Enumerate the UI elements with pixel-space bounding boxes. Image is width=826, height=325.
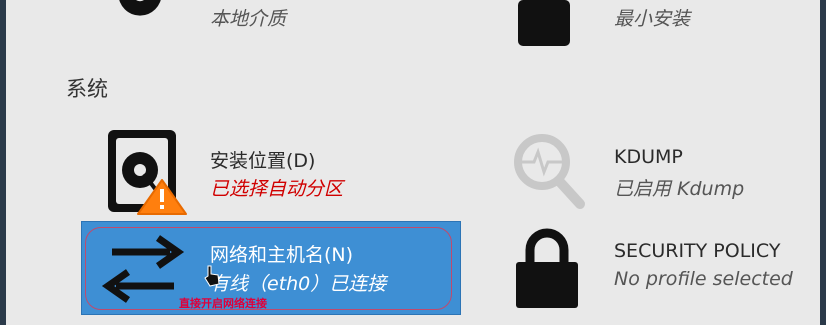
spoke-installation-source[interactable]: 本地介质 — [100, 0, 430, 48]
kdump-title: KDUMP — [614, 146, 683, 168]
software-selection-status: 最小安装 — [614, 8, 691, 30]
section-title-system: 系统 — [66, 77, 108, 101]
hard-disk-warning-icon — [108, 130, 187, 215]
kdump-status: 已启用 Kdump — [614, 178, 745, 200]
spoke-kdump[interactable]: KDUMP 已启用 Kdump — [510, 126, 800, 218]
spoke-installation-destination[interactable]: 安装位置(D) 已选择自动分区 — [100, 126, 430, 218]
window-edge-left — [0, 0, 6, 325]
annotation-note: 直接开启网络连接 — [179, 297, 267, 310]
lock-icon — [516, 228, 578, 308]
security-policy-status: No profile selected — [614, 268, 793, 290]
security-policy-title: SECURITY POLICY — [614, 240, 781, 262]
spoke-software-selection[interactable]: 最小安装 — [516, 0, 796, 48]
installation-destination-title: 安装位置(D) — [210, 150, 316, 172]
installation-source-status: 本地介质 — [210, 8, 287, 30]
package-icon — [518, 0, 570, 46]
disc-icon — [119, 0, 161, 16]
spoke-security-policy[interactable]: SECURITY POLICY No profile selected — [510, 222, 810, 314]
annotation-highlight-ring — [85, 227, 452, 310]
magnifier-icon — [514, 134, 585, 209]
window-edge-right — [820, 0, 826, 325]
installation-destination-status: 已选择自动分区 — [210, 178, 344, 200]
